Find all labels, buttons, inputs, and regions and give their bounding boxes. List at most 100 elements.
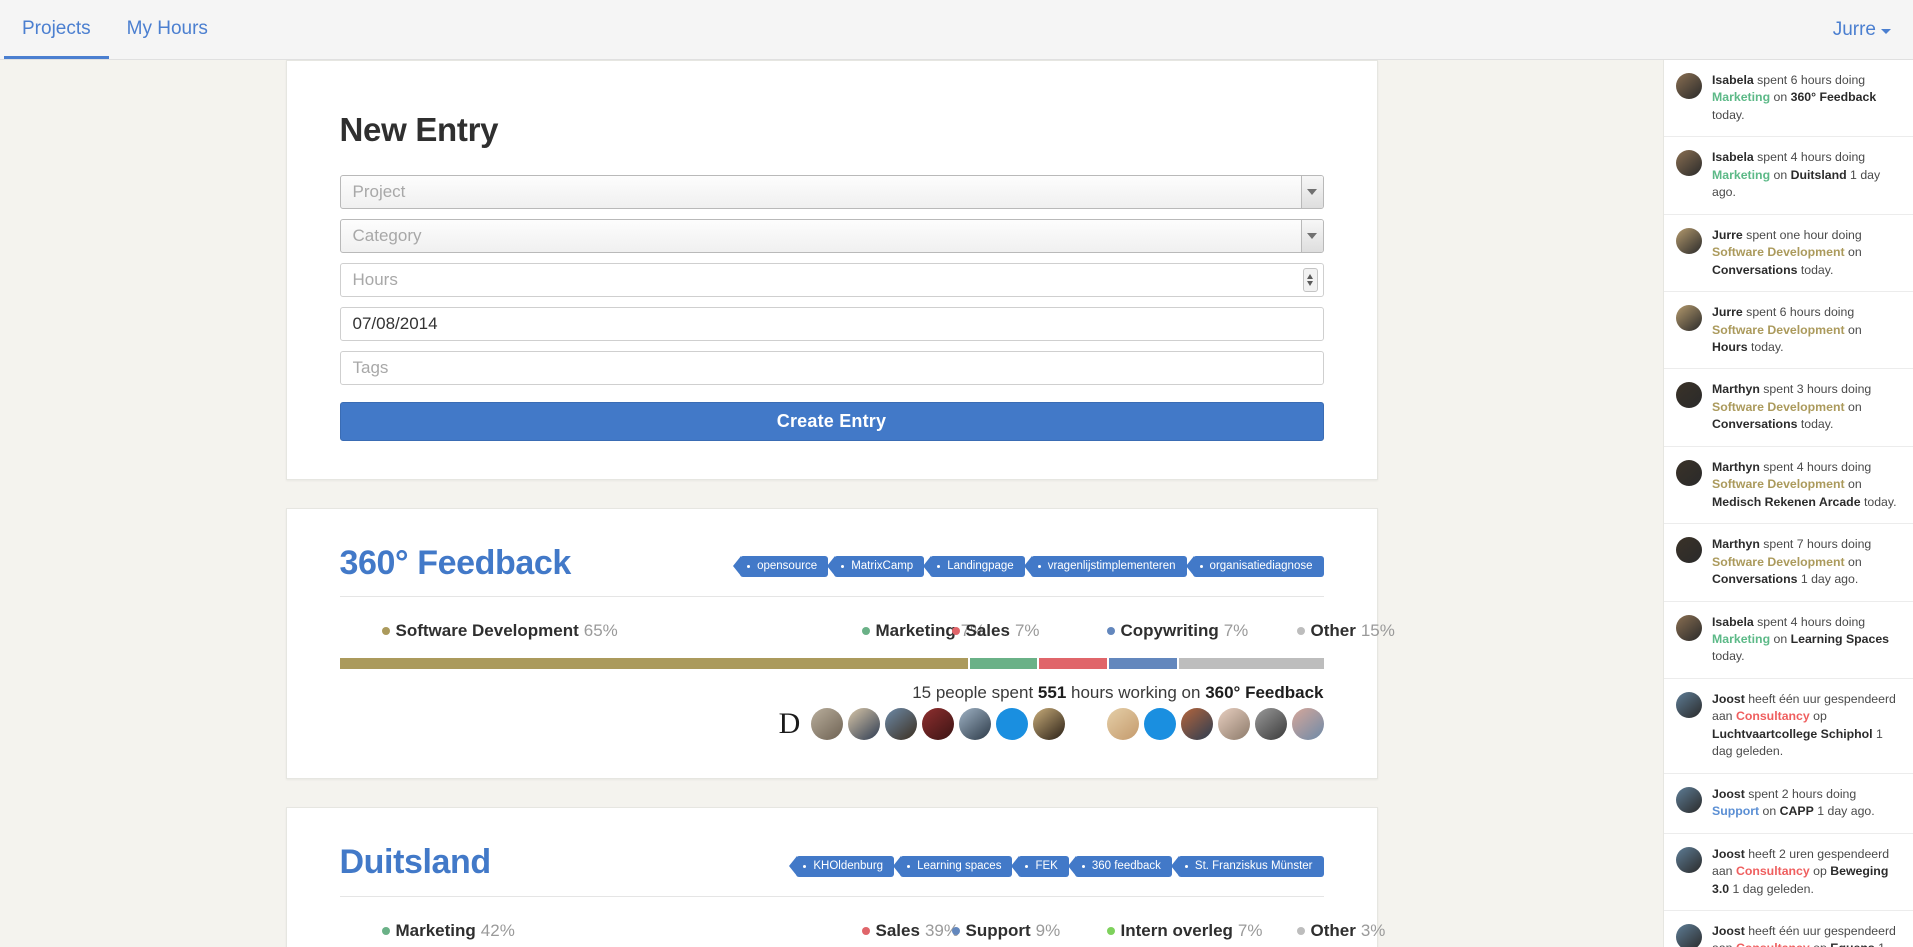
- feed-item[interactable]: Joost spent 2 hours doing Support on CAP…: [1664, 774, 1913, 834]
- feed-item[interactable]: Marthyn spent 4 hours doing Software Dev…: [1664, 447, 1913, 524]
- project-title[interactable]: 360° Feedback: [340, 545, 571, 582]
- avatar[interactable]: [1676, 787, 1702, 813]
- tag-label: organisatiediagnose: [1210, 560, 1313, 572]
- avatar[interactable]: [1107, 708, 1139, 740]
- avatar[interactable]: [1676, 615, 1702, 641]
- feed-project[interactable]: Conversations: [1712, 263, 1797, 277]
- feed-project[interactable]: 360° Feedback: [1791, 90, 1877, 104]
- feed-category[interactable]: Marketing: [1712, 168, 1770, 182]
- feed-item[interactable]: Jurre spent 6 hours doing Software Devel…: [1664, 292, 1913, 369]
- hours-stepper[interactable]: [1303, 268, 1318, 292]
- project-select-arrow-icon[interactable]: [1301, 176, 1323, 208]
- avatar[interactable]: [996, 708, 1028, 740]
- project-tag[interactable]: Landingpage: [930, 556, 1025, 577]
- feed-category[interactable]: Software Development: [1712, 323, 1845, 337]
- project-tag[interactable]: FEK: [1018, 856, 1068, 877]
- avatar[interactable]: [1676, 150, 1702, 176]
- feed-item[interactable]: Isabela spent 6 hours doing Marketing on…: [1664, 60, 1913, 137]
- feed-category[interactable]: Marketing: [1712, 90, 1770, 104]
- feed-item[interactable]: Isabela spent 4 hours doing Marketing on…: [1664, 602, 1913, 679]
- avatar[interactable]: [1676, 537, 1702, 563]
- activity-feed[interactable]: Isabela spent 6 hours doing Marketing on…: [1663, 60, 1913, 947]
- project-select[interactable]: Project: [340, 175, 1324, 209]
- feed-item[interactable]: Jurre spent one hour doing Software Deve…: [1664, 215, 1913, 292]
- avatar[interactable]: [1218, 708, 1250, 740]
- feed-user: Marthyn: [1712, 382, 1760, 396]
- legend-item: Sales39%: [862, 921, 959, 941]
- hours-input[interactable]: [340, 263, 1324, 297]
- avatar[interactable]: [1255, 708, 1287, 740]
- feed-item[interactable]: Marthyn spent 3 hours doing Software Dev…: [1664, 369, 1913, 446]
- avatar[interactable]: [885, 708, 917, 740]
- avatar[interactable]: [922, 708, 954, 740]
- feed-project[interactable]: Hours: [1712, 340, 1748, 354]
- avatar[interactable]: [1676, 228, 1702, 254]
- feed-item[interactable]: Joost heeft één uur gespendeerd aan Cons…: [1664, 911, 1913, 947]
- legend-color-dot-icon: [1297, 927, 1305, 935]
- avatar[interactable]: [1144, 708, 1176, 740]
- stepper-up-icon[interactable]: [1307, 274, 1313, 279]
- feed-project[interactable]: Conversations: [1712, 572, 1797, 586]
- feed-project[interactable]: Learning Spaces: [1791, 632, 1889, 646]
- category-select[interactable]: Category: [340, 219, 1324, 253]
- feed-category[interactable]: Marketing: [1712, 632, 1770, 646]
- avatar[interactable]: [1033, 708, 1065, 740]
- feed-category[interactable]: Software Development: [1712, 400, 1845, 414]
- feed-category[interactable]: Consultancy: [1736, 864, 1810, 878]
- project-tag[interactable]: 360 feedback: [1075, 856, 1172, 877]
- legend-color-dot-icon: [952, 927, 960, 935]
- feed-category[interactable]: Support: [1712, 804, 1759, 818]
- avatar[interactable]: [1070, 708, 1102, 740]
- avatar[interactable]: [1181, 708, 1213, 740]
- avatar[interactable]: [1676, 924, 1702, 947]
- project-tag[interactable]: Learning spaces: [900, 856, 1012, 877]
- stepper-down-icon[interactable]: [1307, 281, 1313, 286]
- feed-project[interactable]: Conversations: [1712, 417, 1797, 431]
- avatar[interactable]: [1676, 305, 1702, 331]
- project-tag[interactable]: opensource: [740, 556, 828, 577]
- feed-category[interactable]: Consultancy: [1736, 709, 1810, 723]
- feed-when: today.: [1861, 495, 1897, 509]
- feed-category[interactable]: Software Development: [1712, 477, 1845, 491]
- avatar[interactable]: [1676, 382, 1702, 408]
- user-menu-button[interactable]: Jurre: [1833, 19, 1891, 41]
- feed-category[interactable]: Software Development: [1712, 555, 1845, 569]
- feed-user: Marthyn: [1712, 537, 1760, 551]
- avatar[interactable]: [1676, 692, 1702, 718]
- create-entry-button[interactable]: Create Entry: [340, 402, 1324, 441]
- contributor-avatars: D: [340, 708, 1324, 740]
- avatar[interactable]: [1676, 847, 1702, 873]
- avatar[interactable]: [811, 708, 843, 740]
- feed-item[interactable]: Joost heeft 2 uren gespendeerd aan Consu…: [1664, 834, 1913, 911]
- feed-category[interactable]: Software Development: [1712, 245, 1845, 259]
- avatar[interactable]: [1676, 73, 1702, 99]
- project-tag[interactable]: organisatiediagnose: [1193, 556, 1324, 577]
- project-tag[interactable]: St. Franziskus Münster: [1178, 856, 1324, 877]
- nav-item-my-hours[interactable]: My Hours: [109, 0, 226, 59]
- feed-item[interactable]: Joost heeft één uur gespendeerd aan Cons…: [1664, 679, 1913, 774]
- project-title[interactable]: Duitsland: [340, 844, 491, 881]
- project-tag[interactable]: KHOldenburg: [796, 856, 894, 877]
- feed-item[interactable]: Marthyn spent 7 hours doing Software Dev…: [1664, 524, 1913, 601]
- feed-project[interactable]: Luchtvaartcollege Schiphol: [1712, 727, 1873, 741]
- nav-item-projects[interactable]: Projects: [4, 0, 109, 59]
- project-tag[interactable]: vragenlijstimplementeren: [1031, 556, 1187, 577]
- feed-item[interactable]: Isabela spent 4 hours doing Marketing on…: [1664, 137, 1913, 214]
- category-select-arrow-icon[interactable]: [1301, 220, 1323, 252]
- date-input[interactable]: [340, 307, 1324, 341]
- feed-category[interactable]: Consultancy: [1736, 941, 1810, 947]
- tag-label: vragenlijstimplementeren: [1048, 560, 1176, 572]
- avatar[interactable]: [959, 708, 991, 740]
- feed-project[interactable]: Medisch Rekenen Arcade: [1712, 495, 1861, 509]
- legend-label: Copywriting: [1121, 621, 1219, 641]
- feed-project[interactable]: Duitsland: [1791, 168, 1847, 182]
- avatar[interactable]: [1292, 708, 1324, 740]
- project-tag[interactable]: MatrixCamp: [834, 556, 924, 577]
- avatar[interactable]: D: [774, 708, 806, 740]
- summary-prefix: 15 people spent: [912, 683, 1038, 702]
- avatar[interactable]: [1676, 460, 1702, 486]
- feed-project[interactable]: Equens: [1830, 941, 1874, 947]
- feed-project[interactable]: CAPP: [1780, 804, 1814, 818]
- tags-input[interactable]: [340, 351, 1324, 385]
- avatar[interactable]: [848, 708, 880, 740]
